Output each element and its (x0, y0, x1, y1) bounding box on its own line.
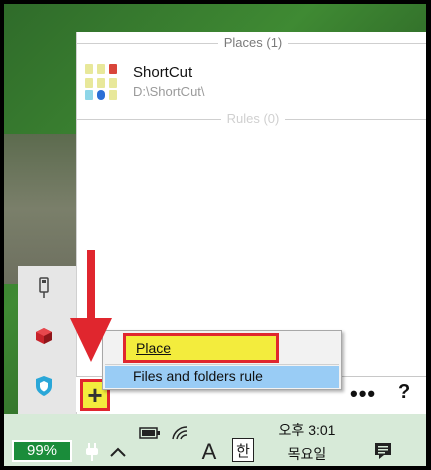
rules-header-label: Rules (0) (220, 111, 286, 126)
taskbar: 99% A 한 오후 3:01 목요일 (4, 414, 426, 466)
places-section-header: Places (1) (77, 34, 426, 52)
folder-thumbnail-icon (83, 62, 125, 102)
help-button[interactable]: ? (398, 381, 410, 404)
place-name: ShortCut (133, 64, 193, 81)
wifi-icon[interactable] (170, 424, 192, 442)
screen: Places (1) ShortCut D:\ShortCut\ Rules (… (4, 4, 426, 466)
menu-item-files-and-folders-rule[interactable]: Files and folders rule (105, 366, 339, 388)
menu-item-place[interactable]: Place (123, 333, 279, 363)
more-options-button[interactable]: ••• (350, 381, 376, 407)
windows-security-icon[interactable] (34, 374, 54, 398)
clock-time[interactable]: 오후 3:01 (272, 420, 342, 440)
menu-item-place-label: Place (136, 340, 172, 356)
add-menu: Place Files and folders rule (102, 330, 342, 390)
battery-indicator[interactable]: 99% (12, 440, 72, 462)
menu-separator (105, 364, 339, 365)
ime-mode-indicator[interactable]: 한 (232, 438, 254, 462)
place-path: D:\ShortCut\ (133, 84, 205, 99)
show-hidden-icons-chevron-icon[interactable] (108, 442, 128, 462)
place-item-shortcut[interactable]: ShortCut D:\ShortCut\ (83, 60, 283, 104)
annotation-arrow-icon (70, 250, 112, 362)
input-language-indicator[interactable]: A (198, 439, 220, 464)
clock-weekday[interactable]: 목요일 (272, 444, 342, 464)
usb-eject-icon[interactable] (34, 276, 54, 300)
rules-section-header: Rules (0) (77, 110, 426, 128)
power-plug-icon[interactable] (84, 442, 100, 462)
places-header-label: Places (1) (217, 35, 289, 50)
battery-charging-icon[interactable] (138, 424, 162, 442)
security-app-icon[interactable] (34, 324, 54, 348)
action-center-icon[interactable] (372, 440, 394, 462)
